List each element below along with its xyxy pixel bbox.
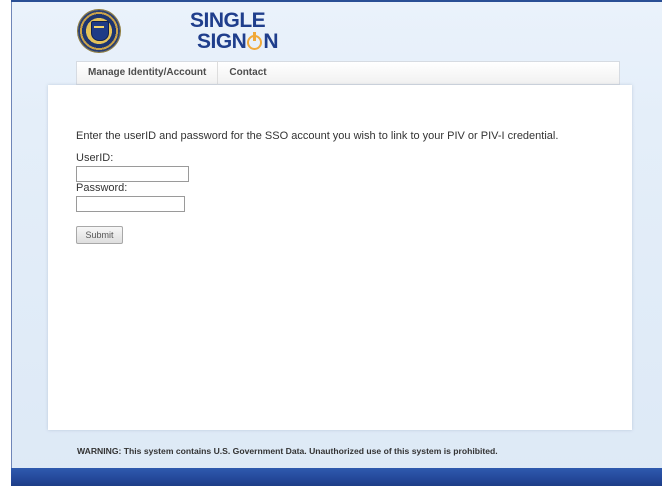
top-border (11, 0, 662, 2)
seal-chevron (94, 26, 104, 32)
page-margin (0, 0, 11, 492)
userid-label: UserID: (76, 152, 114, 164)
footer-margin (11, 486, 662, 492)
warning-text: WARNING: This system contains U.S. Gover… (77, 446, 498, 456)
nav-manage-identity-account[interactable]: Manage Identity/Account (77, 61, 217, 85)
single-signon-logo: SINGLE SIGN N (190, 9, 279, 53)
submit-button[interactable]: Submit (76, 226, 123, 244)
instructions-text: Enter the userID and password for the SS… (76, 130, 559, 142)
userid-input[interactable] (76, 166, 189, 182)
logo-sign-text: SIGN (197, 30, 247, 53)
logo-line-2: SIGN N (190, 30, 279, 53)
logo-n-text: N (263, 30, 279, 53)
treasury-seal-icon (78, 10, 120, 52)
logo-line-1: SINGLE (190, 9, 266, 32)
power-icon (247, 32, 263, 50)
nav-contact[interactable]: Contact (217, 61, 277, 85)
login-panel: Enter the userID and password for the SS… (48, 85, 632, 430)
password-input[interactable] (76, 196, 185, 212)
password-label: Password: (76, 182, 128, 194)
footer-bar (11, 468, 662, 486)
main-navigation: Manage Identity/Account Contact (76, 61, 620, 85)
